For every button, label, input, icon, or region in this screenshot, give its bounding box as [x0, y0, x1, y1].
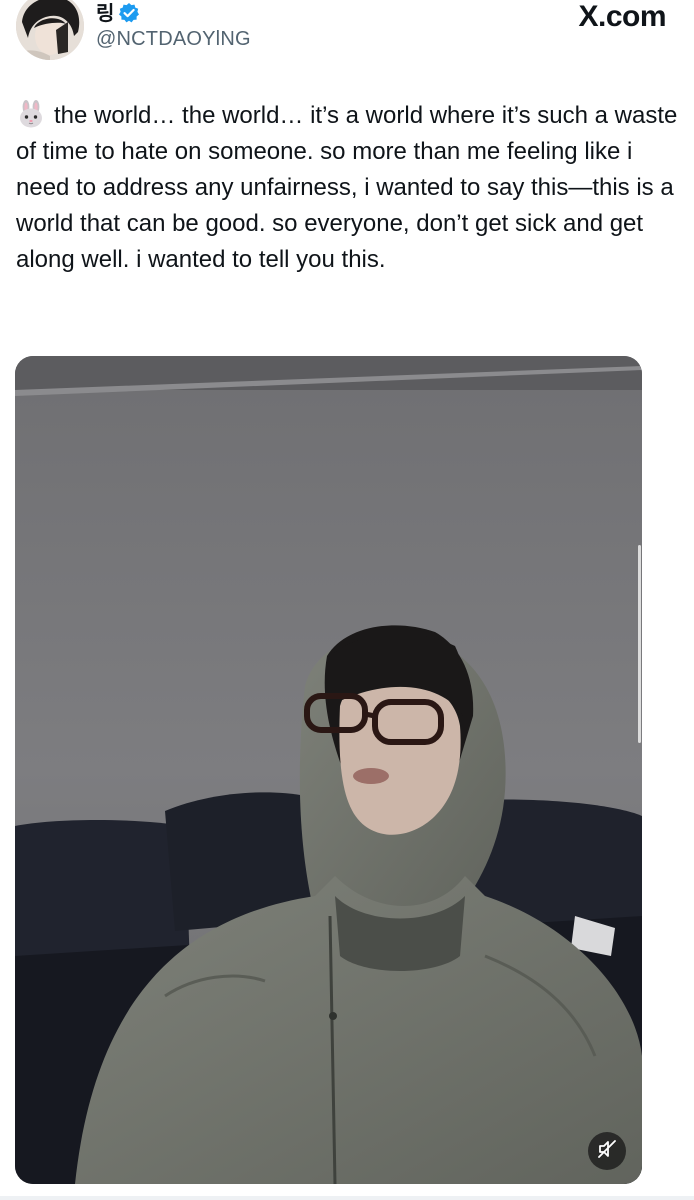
- avatar[interactable]: [16, 0, 84, 60]
- divider: [0, 1196, 694, 1200]
- author-display-name[interactable]: 링: [96, 0, 114, 28]
- author-handle[interactable]: @NCTDAOYlNG: [96, 28, 251, 51]
- tweet-body: the world… the world… it’s a world where…: [16, 102, 678, 273]
- tweet-text: the world… the world… it’s a world where…: [16, 98, 684, 278]
- site-label: X.com: [578, 0, 666, 33]
- author-name-row: 링: [96, 0, 140, 28]
- rabbit-face-icon: [16, 100, 46, 128]
- media-scrollbar[interactable]: [638, 545, 641, 743]
- mute-button[interactable]: [588, 1132, 626, 1170]
- video-frame: [15, 356, 642, 1184]
- tweet-video[interactable]: [15, 356, 642, 1184]
- avatar-photo: [16, 0, 84, 60]
- tweet-header: 링 @NCTDAOYlNG X.com: [0, 0, 694, 70]
- verified-badge-icon: [118, 2, 140, 24]
- speaker-muted-icon: [596, 1138, 618, 1165]
